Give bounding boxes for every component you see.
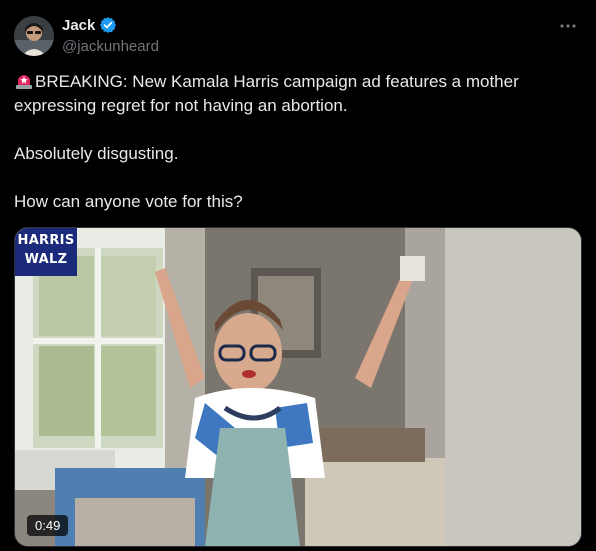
tweet-line-1: BREAKING: New Kamala Harris campaign ad … [14, 70, 582, 118]
video-thumbnail [15, 228, 581, 546]
avatar-image [14, 16, 54, 56]
video-duration: 0:49 [27, 515, 69, 536]
police-light-icon [14, 70, 34, 90]
author-name-row[interactable]: Jack [62, 16, 117, 34]
author-display-name[interactable]: Jack [62, 17, 95, 34]
tweet-line-1-text: BREAKING: New Kamala Harris campaign ad … [14, 72, 519, 115]
tweet-line-3: How can anyone vote for this? [14, 192, 243, 211]
harris-walz-overlay: HARRIS WALZ [15, 228, 77, 276]
author-handle[interactable]: @jackunheard [62, 38, 159, 55]
tweet-line-2: Absolutely disgusting. [14, 144, 179, 163]
avatar[interactable] [14, 16, 54, 56]
overlay-bottom-text: WALZ [24, 252, 68, 267]
tweet-card[interactable]: Jack @jackunheard BREAKING: New Kamala H… [0, 0, 596, 551]
overlay-top-text: HARRIS [17, 233, 75, 248]
video-player[interactable]: HARRIS WALZ 0:49 [14, 227, 582, 547]
tweet-text: BREAKING: New Kamala Harris campaign ad … [14, 70, 582, 214]
more-options-icon[interactable] [558, 16, 578, 36]
verified-badge-icon [99, 16, 117, 34]
